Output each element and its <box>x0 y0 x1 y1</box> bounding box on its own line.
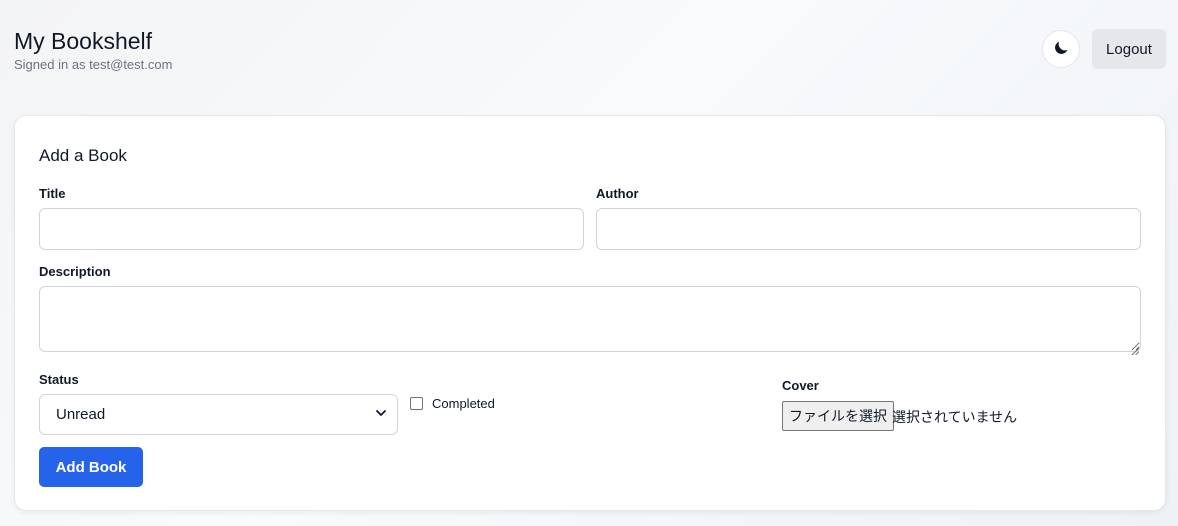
page-header: My Bookshelf Signed in as test@test.com <box>14 26 172 72</box>
resize-grip-icon[interactable] <box>1131 342 1140 356</box>
title-input[interactable] <box>39 208 584 250</box>
status-select-value: Unread <box>56 406 106 423</box>
title-label: Title <box>39 186 66 201</box>
choose-file-button[interactable]: ファイルを選択 <box>782 401 894 431</box>
add-book-card: Add a Book Title Author Description Stat… <box>14 115 1166 511</box>
status-select[interactable]: Unread <box>39 394 398 435</box>
author-label: Author <box>596 186 639 201</box>
description-label: Description <box>39 264 111 279</box>
card-title: Add a Book <box>39 146 127 165</box>
signed-in-text: Signed in as test@test.com <box>14 57 173 72</box>
status-label: Status <box>39 372 79 387</box>
chevron-down-icon <box>375 406 387 424</box>
completed-label[interactable]: Completed <box>432 396 495 411</box>
author-input[interactable] <box>596 208 1141 250</box>
completed-checkbox[interactable] <box>410 397 423 410</box>
file-status-text: 選択されていません <box>892 410 1018 426</box>
description-textarea[interactable] <box>39 286 1141 352</box>
moon-icon <box>1052 39 1070 60</box>
add-book-button[interactable]: Add Book <box>39 447 143 487</box>
logout-button[interactable]: Logout <box>1092 29 1166 69</box>
completed-checkbox-group: Completed <box>410 396 495 411</box>
cover-label: Cover <box>782 378 819 393</box>
theme-toggle-button[interactable] <box>1042 30 1080 68</box>
app-title: My Bookshelf <box>14 28 153 54</box>
